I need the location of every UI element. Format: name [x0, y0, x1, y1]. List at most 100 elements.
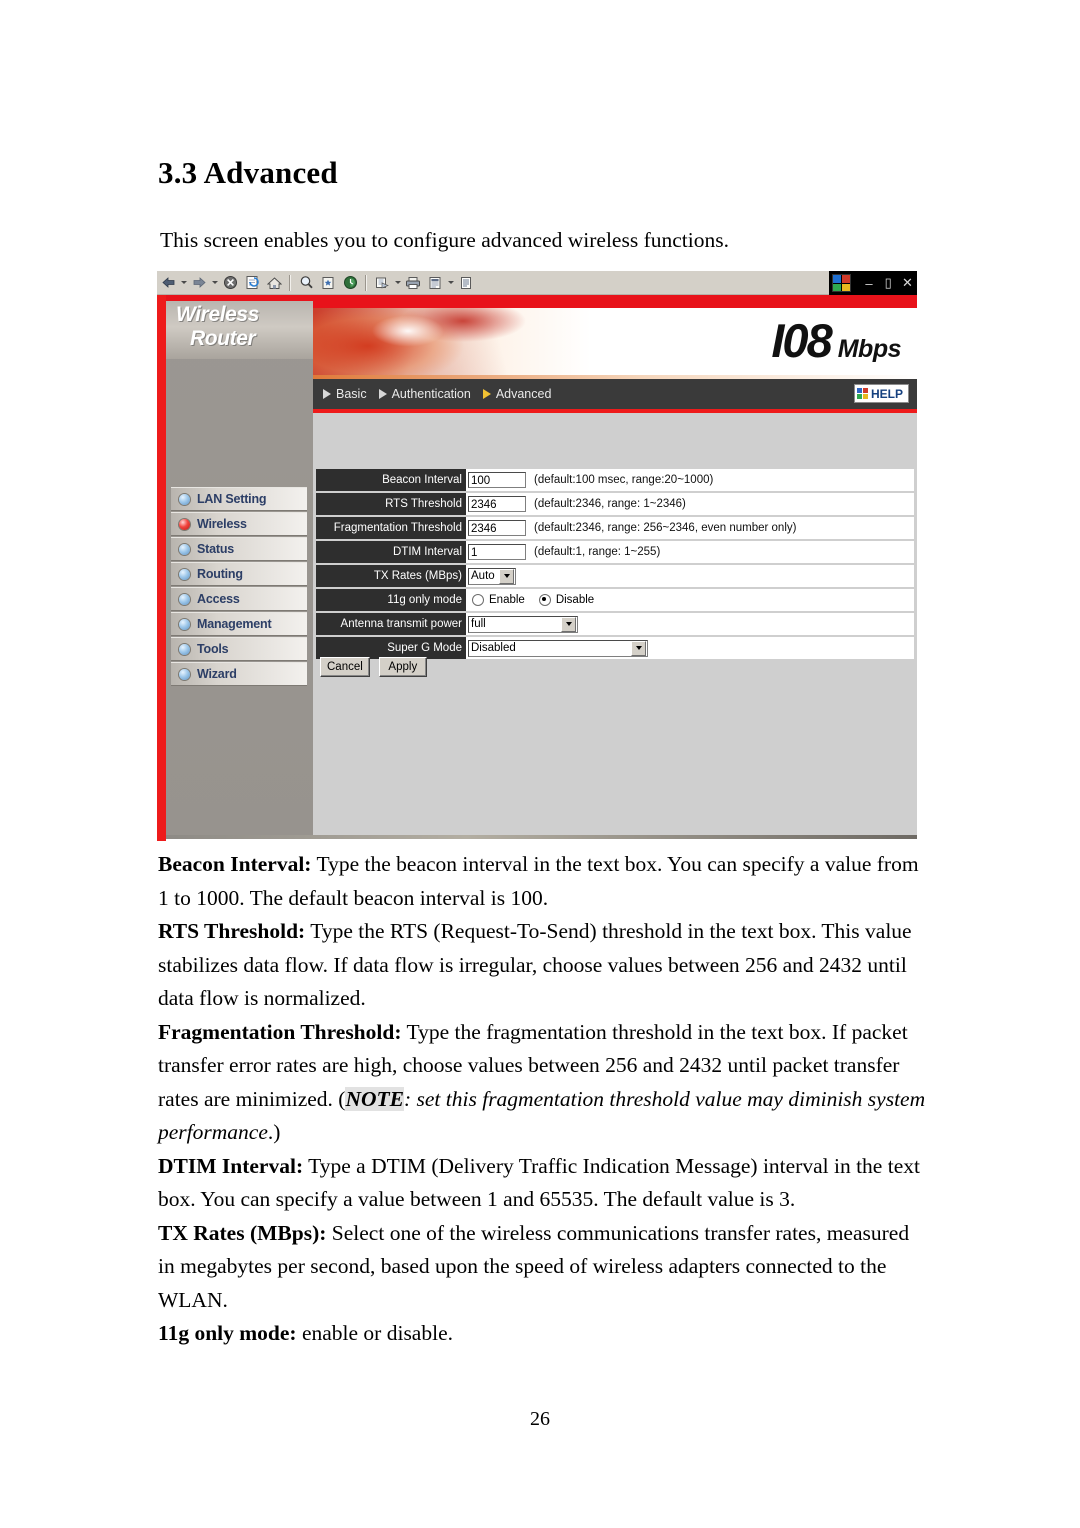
- triangle-icon: [323, 389, 331, 399]
- tab-basic[interactable]: Basic: [323, 387, 367, 401]
- forward-dropdown-icon[interactable]: [210, 273, 219, 292]
- back-icon[interactable]: [158, 273, 178, 292]
- paragraph-fragmentation-threshold: Fragmentation Threshold: Type the fragme…: [158, 1016, 930, 1150]
- term-dtim-interval: DTIM Interval:: [158, 1153, 304, 1178]
- sidebar-item-lan-setting[interactable]: LAN Setting: [171, 487, 307, 511]
- mail-dropdown-icon[interactable]: [393, 273, 402, 292]
- paragraph-dtim-interval: DTIM Interval: Type a DTIM (Delivery Tra…: [158, 1150, 930, 1217]
- discuss-icon[interactable]: [456, 273, 476, 292]
- tx-rates-field: Auto: [466, 565, 914, 587]
- tab-label: Basic: [336, 387, 367, 401]
- dtim-interval-field: 1 (default:1, range: 1~255): [466, 541, 914, 563]
- tab-label: Advanced: [495, 387, 552, 401]
- brand-logo: Wireless Router: [176, 303, 259, 351]
- page-title: 3.3 Advanced: [158, 155, 338, 190]
- bullet-icon: [179, 643, 190, 655]
- disable-radio[interactable]: [538, 594, 551, 606]
- sidebar-item-label: Management: [197, 617, 272, 631]
- dtim-interval-input[interactable]: 1: [468, 544, 526, 560]
- toolbar-divider: [289, 274, 291, 291]
- term-11g-only-mode: 11g only mode:: [158, 1321, 297, 1345]
- sidebar-menu: LAN Setting Wireless Status Routing Acce…: [171, 487, 307, 687]
- forward-icon[interactable]: [189, 273, 209, 292]
- enable-radio[interactable]: [472, 594, 484, 606]
- fragmentation-threshold-input[interactable]: 2346: [468, 520, 526, 536]
- term-tx-rates: TX Rates (MBps):: [158, 1220, 327, 1245]
- dtim-interval-hint: (default:1, range: 1~255): [534, 546, 661, 558]
- browser-window-screenshot: – ▯ ✕ Wireless Router LAN Setting Wirele…: [157, 271, 917, 841]
- tab-authentication[interactable]: Authentication: [378, 387, 471, 401]
- antenna-transmit-power-label: Antenna transmit power: [316, 613, 466, 635]
- super-g-mode-field: Disabled: [466, 637, 914, 659]
- minimize-button[interactable]: –: [859, 276, 878, 291]
- search-icon[interactable]: [296, 273, 316, 292]
- form-row-tx-rates: TX Rates (MBps) Auto: [316, 565, 914, 589]
- sidebar-item-label: LAN Setting: [197, 492, 267, 506]
- chevron-down-icon[interactable]: [499, 568, 514, 584]
- edit-icon[interactable]: [425, 273, 445, 292]
- favorites-icon[interactable]: [318, 273, 338, 292]
- page-bottom-edge: [166, 835, 917, 839]
- tx-rates-label: TX Rates (MBps): [316, 565, 466, 587]
- sidebar-item-wizard[interactable]: Wizard: [171, 662, 307, 686]
- tab-advanced[interactable]: Advanced: [482, 387, 552, 401]
- browser-toolbar: [157, 271, 917, 295]
- bullet-icon: [179, 618, 190, 630]
- text-11g-only-mode: enable or disable.: [296, 1321, 453, 1345]
- bullet-icon: [179, 493, 190, 505]
- term-beacon-interval: Beacon Interval:: [158, 852, 312, 876]
- beacon-interval-input[interactable]: 100: [468, 472, 526, 488]
- history-icon[interactable]: [340, 273, 360, 292]
- speed-badge: I08 Mbps: [771, 317, 901, 364]
- form-row-beacon-interval: Beacon Interval 100 (default:100 msec, r…: [316, 469, 914, 493]
- mail-icon[interactable]: [372, 273, 392, 292]
- window-controls: – ▯ ✕: [829, 271, 917, 295]
- triangle-icon: [378, 389, 387, 399]
- super-g-mode-select[interactable]: Disabled: [468, 639, 648, 657]
- refresh-icon[interactable]: [242, 273, 262, 292]
- help-label: HELP: [870, 386, 903, 401]
- document-page: 3.3 Advanced This screen enables you to …: [0, 0, 1080, 1528]
- form-row-rts-threshold: RTS Threshold 2346 (default:2346, range:…: [316, 493, 914, 517]
- back-dropdown-icon[interactable]: [179, 273, 188, 292]
- sidebar: Wireless Router LAN Setting Wireless Sta…: [166, 301, 313, 839]
- rts-threshold-input[interactable]: 2346: [468, 496, 526, 512]
- rts-threshold-hint: (default:2346, range: 1~2346): [534, 498, 686, 510]
- form-row-11g-only-mode: 11g only mode Enable Disable: [316, 589, 914, 613]
- left-red-edge: [157, 295, 166, 841]
- tx-rates-select[interactable]: Auto: [468, 567, 516, 585]
- form-actions: Cancel Apply: [320, 657, 436, 677]
- sidebar-item-tools[interactable]: Tools: [171, 637, 307, 661]
- speed-unit: Mbps: [837, 335, 902, 363]
- sidebar-item-label: Wireless: [197, 517, 247, 531]
- edit-dropdown-icon[interactable]: [446, 273, 455, 292]
- fragmentation-threshold-field: 2346 (default:2346, range: 256~2346, eve…: [466, 517, 914, 539]
- triangle-active-icon: [482, 389, 491, 399]
- sidebar-item-routing[interactable]: Routing: [171, 562, 307, 586]
- home-icon[interactable]: [264, 273, 284, 292]
- help-button[interactable]: HELP: [853, 384, 909, 403]
- sidebar-item-status[interactable]: Status: [171, 537, 307, 561]
- close-button[interactable]: ✕: [898, 275, 917, 291]
- apply-button[interactable]: Apply: [378, 657, 427, 677]
- rts-threshold-field: 2346 (default:2346, range: 1~2346): [466, 493, 914, 515]
- stop-icon[interactable]: [220, 273, 240, 292]
- chevron-down-icon[interactable]: [631, 640, 646, 656]
- super-g-mode-label: Super G Mode: [316, 637, 466, 659]
- router-admin-page: Wireless Router LAN Setting Wireless Sta…: [157, 295, 917, 841]
- restore-button[interactable]: ▯: [879, 275, 898, 291]
- antenna-transmit-power-field: full: [466, 613, 914, 635]
- antenna-transmit-power-select[interactable]: full: [468, 615, 578, 633]
- antenna-transmit-power-value: full: [471, 618, 486, 630]
- cancel-button[interactable]: Cancel: [320, 657, 370, 677]
- dtim-interval-label: DTIM Interval: [316, 541, 466, 563]
- paragraph-rts-threshold: RTS Threshold: Type the RTS (Request-To-…: [158, 915, 930, 1016]
- sidebar-item-wireless[interactable]: Wireless: [171, 512, 307, 536]
- speed-number: I08: [771, 314, 832, 367]
- print-icon[interactable]: [403, 273, 423, 292]
- banner: I08 Mbps: [313, 301, 917, 379]
- sidebar-item-management[interactable]: Management: [171, 612, 307, 636]
- sidebar-item-access[interactable]: Access: [171, 587, 307, 611]
- 11g-only-mode-radio-group: Enable Disable: [468, 594, 608, 606]
- chevron-down-icon[interactable]: [561, 616, 576, 632]
